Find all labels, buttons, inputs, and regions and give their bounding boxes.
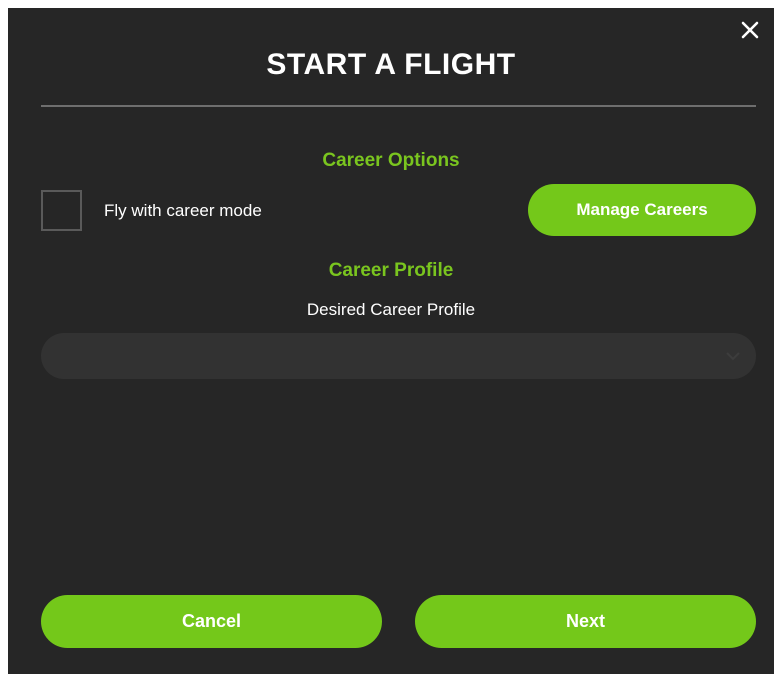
career-options-heading: Career Options <box>322 150 460 171</box>
career-profile-field-label: Desired Career Profile <box>306 300 476 319</box>
career-mode-checkbox[interactable] <box>41 190 82 231</box>
career-profile-select[interactable] <box>41 333 756 379</box>
close-button[interactable] <box>738 18 762 42</box>
career-mode-checkbox-label[interactable]: Fly with career mode <box>104 201 262 221</box>
chevron-down-icon <box>726 352 740 361</box>
dialog-title: START A FLIGHT <box>266 48 516 81</box>
cancel-button[interactable]: Cancel <box>41 595 382 648</box>
close-icon <box>741 21 759 39</box>
title-divider <box>41 105 756 107</box>
next-button[interactable]: Next <box>415 595 756 648</box>
manage-careers-button[interactable]: Manage Careers <box>528 184 756 236</box>
start-flight-dialog: START A FLIGHT Career Options Fly with c… <box>8 8 774 674</box>
career-profile-heading: Career Profile <box>328 260 454 281</box>
